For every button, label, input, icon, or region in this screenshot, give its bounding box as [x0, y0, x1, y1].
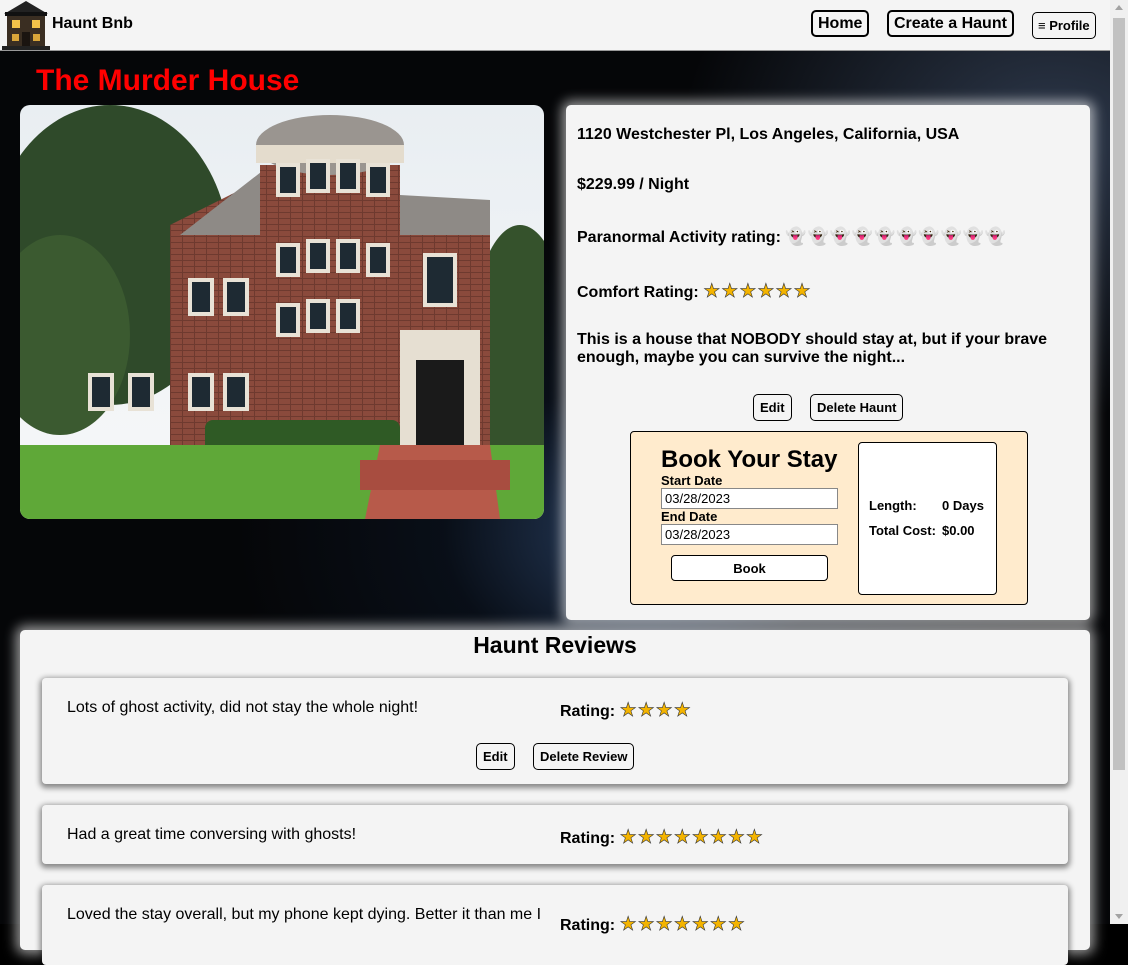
profile-menu-button[interactable]: ≡ Profile: [1032, 12, 1096, 39]
edit-review-button[interactable]: Edit: [476, 743, 515, 770]
review-rating: Rating: ★★★★: [560, 699, 692, 722]
comfort-rating-row: Comfort Rating: ★★★★★★: [577, 280, 812, 303]
ghost-icon: 👻: [962, 227, 985, 246]
total-cost-row: Total Cost: $0.00: [869, 523, 975, 538]
review-rating-label: Rating:: [560, 830, 616, 847]
star-icon: ★: [619, 914, 638, 936]
length-label: Length:: [869, 498, 917, 513]
star-icon: ★: [637, 700, 656, 722]
star-icon: ★: [637, 914, 656, 936]
delete-haunt-button[interactable]: Delete Haunt: [810, 394, 904, 421]
star-icon: ★: [655, 914, 674, 936]
star-icon: ★: [673, 827, 692, 849]
paranormal-rating-label: Paranormal Activity rating:: [577, 229, 781, 246]
review-rating-label: Rating:: [560, 917, 616, 934]
delete-review-button[interactable]: Delete Review: [533, 743, 635, 770]
brand-name[interactable]: Haunt Bnb: [52, 15, 133, 33]
star-icon: ★: [727, 914, 746, 936]
edit-haunt-button[interactable]: Edit: [753, 394, 792, 421]
booking-summary: Length: 0 Days Total Cost: $0.00: [858, 442, 997, 595]
star-icon: ★: [673, 700, 692, 722]
reviews-section: Haunt Reviews Lots of ghost activity, di…: [20, 630, 1090, 965]
star-icon: ★: [775, 281, 794, 303]
ghost-icon: 👻: [785, 227, 808, 246]
star-icon: ★: [691, 914, 710, 936]
star-icon: ★: [709, 827, 728, 849]
listing-address: 1120 Westchester Pl, Los Angeles, Califo…: [577, 126, 960, 143]
review-rating-label: Rating:: [560, 703, 616, 720]
listing-info-panel: 1120 Westchester Pl, Los Angeles, Califo…: [566, 105, 1090, 620]
star-icon: ★: [739, 281, 758, 303]
star-icon: ★: [619, 827, 638, 849]
start-date-label: Start Date: [661, 473, 723, 488]
star-icon: ★: [637, 827, 656, 849]
star-icon: ★: [703, 281, 722, 303]
listing-description: This is a house that NOBODY should stay …: [577, 331, 1048, 366]
ghost-icon: 👻: [984, 227, 1008, 246]
total-cost-label: Total Cost:: [869, 523, 936, 538]
review-text: Lots of ghost activity, did not stay the…: [67, 699, 419, 716]
book-button[interactable]: Book: [671, 555, 828, 581]
haunted-house-logo[interactable]: [2, 0, 50, 50]
length-value: 0 Days: [942, 498, 984, 513]
review-rating-stars: ★★★★★★★★: [619, 826, 764, 849]
house-photo: [20, 105, 544, 519]
scroll-down-arrow-icon[interactable]: [1115, 914, 1123, 919]
star-icon: ★: [655, 827, 674, 849]
review-card: Had a great time conversing with ghosts!…: [42, 805, 1068, 864]
star-icon: ★: [709, 914, 728, 936]
paranormal-rating-ghosts: 👻👻👻👻👻👻👻👻👻👻: [785, 227, 1007, 247]
end-date-label: End Date: [661, 509, 718, 524]
listing-price: $229.99 / Night: [577, 176, 690, 193]
scrollbar-thumb[interactable]: [1113, 18, 1125, 770]
star-icon: ★: [721, 281, 740, 303]
review-rating-stars: ★★★★★★★: [619, 913, 746, 936]
review-text: Had a great time conversing with ghosts!: [67, 826, 357, 843]
page-title: The Murder House: [36, 64, 300, 97]
ghost-icon: 👻: [874, 227, 897, 246]
review-rating: Rating: ★★★★★★★: [560, 913, 746, 936]
review-card: Loved the stay overall, but my phone kep…: [42, 885, 1068, 965]
review-text: Loved the stay overall, but my phone kep…: [67, 906, 542, 923]
length-row: Length: 0 Days: [869, 498, 984, 513]
comfort-rating-label: Comfort Rating:: [577, 284, 699, 301]
star-icon: ★: [691, 827, 710, 849]
star-icon: ★: [619, 700, 638, 722]
home-button[interactable]: Home: [811, 10, 870, 37]
booking-title: Book Your Stay: [661, 446, 838, 473]
reviews-title: Haunt Reviews: [473, 632, 637, 658]
ghost-icon: 👻: [829, 227, 852, 246]
create-haunt-button[interactable]: Create a Haunt: [887, 10, 1014, 37]
ghost-icon: 👻: [918, 227, 941, 246]
star-icon: ★: [757, 281, 776, 303]
comfort-rating-stars: ★★★★★★: [703, 280, 811, 303]
star-icon: ★: [793, 281, 812, 303]
top-nav: Haunt Bnb Home Create a Haunt ≡ Profile: [0, 0, 1110, 51]
page-scrollbar[interactable]: [1110, 0, 1128, 924]
scroll-up-arrow-icon[interactable]: [1115, 5, 1123, 10]
ghost-icon: 👻: [940, 227, 963, 246]
total-cost-value: $0.00: [942, 523, 975, 538]
start-date-input[interactable]: [661, 488, 838, 509]
ghost-icon: 👻: [807, 227, 830, 246]
ghost-icon: 👻: [851, 227, 875, 246]
review-rating: Rating: ★★★★★★★★: [560, 826, 764, 849]
booking-form: Book Your Stay Start Date End Date Book …: [630, 431, 1028, 605]
star-icon: ★: [727, 827, 746, 849]
star-icon: ★: [745, 827, 764, 849]
star-icon: ★: [655, 700, 674, 722]
review-rating-stars: ★★★★: [619, 699, 692, 722]
ghost-icon: 👻: [896, 227, 919, 246]
end-date-input[interactable]: [661, 524, 838, 545]
star-icon: ★: [673, 914, 692, 936]
paranormal-rating-row: Paranormal Activity rating: 👻👻👻👻👻👻👻👻👻👻: [577, 227, 1007, 247]
review-card: Lots of ghost activity, did not stay the…: [42, 678, 1068, 784]
